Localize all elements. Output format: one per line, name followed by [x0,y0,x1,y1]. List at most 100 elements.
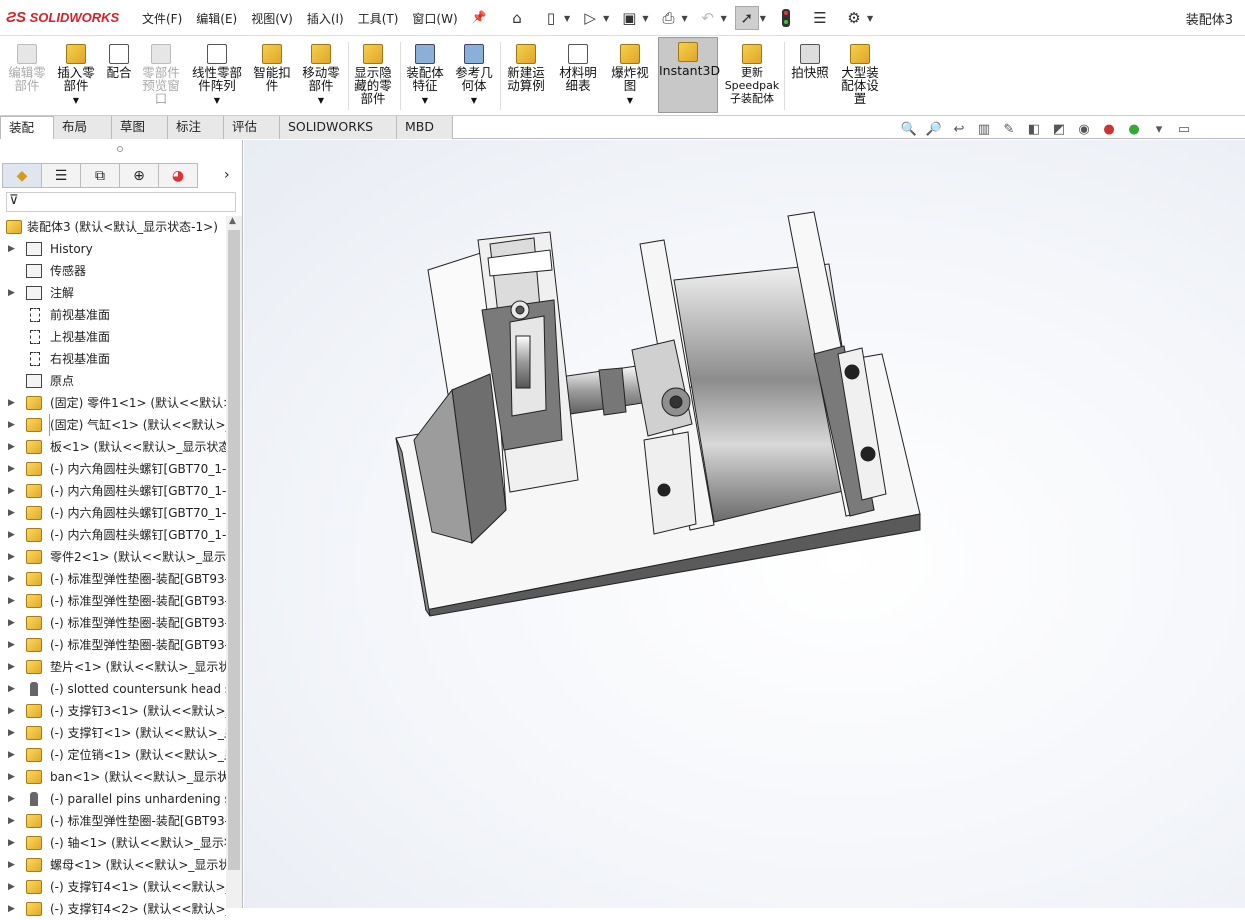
tree-item-component[interactable]: ▶ (-) 轴<1> (默认<<默认>_显示状 [0,832,226,854]
edit-appearance-icon[interactable]: ● [1100,120,1118,138]
options-icon[interactable]: ⚙ [842,6,866,30]
tree-item-component[interactable]: ▶ (-) 标准型弹性垫圈-装配[GBT93- [0,568,226,590]
tab-solidworks-addins[interactable]: SOLIDWORKS 插件 [280,116,397,156]
feature-manager-tab-icon[interactable]: ◆ [2,163,42,188]
chevron-down-icon[interactable]: ▼ [642,14,648,23]
display-style-icon[interactable]: ◩ [1050,120,1068,138]
edit-component-button[interactable]: 编辑零部件 [6,40,48,92]
tab-evaluate[interactable]: 评估 [224,116,280,139]
expand-arrow-icon[interactable]: ▶ [8,678,15,700]
expand-arrow-icon[interactable]: ▶ [8,766,15,788]
tab-sketch[interactable]: 草图 [112,116,168,139]
linear-pattern-button[interactable]: 线性零部件阵列 ▼ [189,40,245,107]
zoom-area-icon[interactable]: 🔎 [925,120,943,138]
chevron-down-icon[interactable]: ▼ [299,94,343,107]
zoom-to-fit-icon[interactable]: 🔍 [900,120,918,138]
tree-item-component[interactable]: ▶ (-) 支撑钉4<1> (默认<<默认>_ [0,876,226,898]
expand-arrow-icon[interactable]: ▶ [8,722,15,744]
pin-icon[interactable]: 📌 [472,10,487,27]
scrollbar-thumb[interactable] [228,230,240,870]
chevron-down-icon[interactable]: ▼ [760,14,766,23]
expand-arrow-icon[interactable]: ▶ [8,590,15,612]
open-icon[interactable]: ▷ [578,6,602,30]
tree-item-component[interactable]: ▶ (-) slotted countersunk head s [0,678,226,700]
tree-item-component[interactable]: ▶ 板<1> (默认<<默认>_显示状态 [0,436,226,458]
tree-item-component[interactable]: ▶ 零件2<1> (默认<<默认>_显示状 [0,546,226,568]
tree-item-front-plane[interactable]: 前视基准面 [0,304,226,326]
tree-item-component[interactable]: ▶ (-) 支撑钉4<2> (默认<<默认>_ [0,898,226,920]
tree-item-component[interactable]: ▶ (-) 支撑钉<1> (默认<<默认>_显 [0,722,226,744]
instant3d-button[interactable]: Instant3D [658,37,720,113]
smart-fasteners-button[interactable]: 智能扣件 [251,40,293,92]
tree-item-component[interactable]: ▶ ban<1> (默认<<默认>_显示状态 [0,766,226,788]
filter-box[interactable]: ⊽ [6,192,236,212]
tree-item-component[interactable]: ▶ 垫片<1> (默认<<默认>_显示状 [0,656,226,678]
new-document-icon[interactable]: ▯ [539,6,563,30]
tree-scrollbar[interactable]: ▲ [226,216,242,908]
move-component-button[interactable]: 移动零部件 ▼ [299,40,343,107]
expand-arrow-icon[interactable]: ▶ [8,392,15,414]
expand-arrow-icon[interactable]: ▶ [8,480,15,502]
tree-item-component[interactable]: ▶ (-) 标准型弹性垫圈-装配[GBT93- [0,612,226,634]
expand-arrow-icon[interactable]: ▶ [8,502,15,524]
mate-button[interactable]: 配合 [104,40,134,79]
expand-arrow-icon[interactable]: ▶ [8,656,15,678]
chevron-down-icon[interactable]: ▼ [721,14,727,23]
chevron-down-icon[interactable]: ▼ [603,14,609,23]
tab-assembly[interactable]: 装配体 [0,116,54,157]
assembly-features-button[interactable]: 装配体特征 ▼ [404,40,446,107]
tree-item-sensors[interactable]: 传感器 [0,260,226,282]
tree-item-right-plane[interactable]: 右视基准面 [0,348,226,370]
expand-arrow-icon[interactable]: ▶ [8,524,15,546]
expand-arrow-icon[interactable]: ▶ [8,898,15,920]
tree-item-origin[interactable]: 原点 [0,370,226,392]
tab-mbd[interactable]: MBD [397,116,453,139]
menu-window[interactable]: 窗口(W) [412,10,457,27]
expand-arrow-icon[interactable]: ▶ [8,810,15,832]
expand-arrow-icon[interactable]: ▶ [8,568,15,590]
rebuild-icon[interactable] [774,6,798,30]
update-speedpak-button[interactable]: 更新Speedpak子装配体 [724,40,780,105]
menu-tools[interactable]: 工具(T) [358,10,399,27]
exploded-view-button[interactable]: 爆炸视图 ▼ [608,40,652,107]
expand-arrow-icon[interactable]: ▶ [8,700,15,722]
tree-item-component[interactable]: ▶ (-) 内六角圆柱头螺钉[GBT70_1-2 [0,524,226,546]
tree-item-component[interactable]: ▶ (-) 内六角圆柱头螺钉[GBT70_1-2 [0,502,226,524]
tree-item-component[interactable]: ▶ (-) 内六角圆柱头螺钉[GBT70_1-2 [0,480,226,502]
expand-arrow-icon[interactable]: ▶ [8,788,15,810]
chevron-down-icon[interactable]: ▼ [608,94,652,107]
tree-item-component[interactable]: ▶ (固定) 零件1<1> (默认<<默认> [0,392,226,414]
menu-file[interactable]: 文件(F) [142,10,182,27]
graphics-area[interactable] [244,140,1245,908]
tree-root-assembly[interactable]: 装配体3 (默认<默认_显示状态-1>) [0,216,226,238]
chevron-down-icon[interactable]: ▼ [404,94,446,107]
chevron-down-icon[interactable]: ▼ [867,14,873,23]
print-icon[interactable]: ⎙ [656,6,680,30]
insert-components-button[interactable]: 插入零部件 ▼ [54,40,98,107]
show-hidden-components-button[interactable]: 显示隐藏的零部件 [352,40,394,105]
take-snapshot-button[interactable]: 拍快照 [788,40,832,79]
expand-arrow-icon[interactable]: ▶ [8,876,15,898]
chevron-down-icon[interactable]: ▼ [189,94,245,107]
expand-arrow-icon[interactable]: ▶ [8,744,15,766]
dimxpert-tab-icon[interactable]: ⊕ [119,163,159,188]
view-orientation-icon[interactable]: ◧ [1025,120,1043,138]
filter-icon[interactable]: ⊽ [9,193,19,208]
chevron-down-icon[interactable]: ▼ [681,14,687,23]
menu-edit[interactable]: 编辑(E) [196,10,237,27]
tab-layout[interactable]: 布局 [54,116,112,139]
component-preview-button[interactable]: 零部件预览窗口 [139,40,183,105]
tree-item-component[interactable]: ▶ (-) 标准型弹性垫圈-装配[GBT93- [0,810,226,832]
dynamic-annotation-icon[interactable]: ✎ [1000,120,1018,138]
tree-item-component[interactable]: ▶ (-) 定位销<1> (默认<<默认>_显 [0,744,226,766]
chevron-right-icon[interactable]: › [224,167,230,183]
tree-item-annotations[interactable]: ▶ 注解 [0,282,226,304]
tab-markup[interactable]: 标注 [168,116,224,139]
tree-item-component[interactable]: ▶ (-) 标准型弹性垫圈-装配[GBT93- [0,634,226,656]
monitor-icon[interactable]: ▭ [1175,120,1193,138]
tree-item-component[interactable]: ▶ (-) 标准型弹性垫圈-装配[GBT93- [0,590,226,612]
new-motion-study-button[interactable]: 新建运动算例 [504,40,548,92]
previous-view-icon[interactable]: ↩ [950,120,968,138]
property-manager-tab-icon[interactable]: ☰ [41,163,81,188]
undo-icon[interactable]: ↶ [696,6,720,30]
